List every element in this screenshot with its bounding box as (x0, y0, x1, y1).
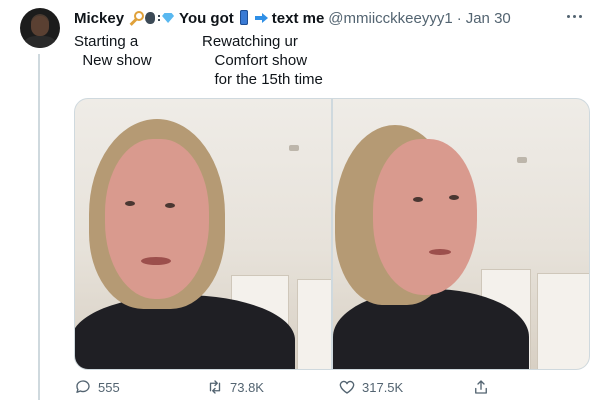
door (297, 279, 331, 369)
eye (413, 197, 423, 202)
gem-icon (161, 10, 175, 26)
tweet-media[interactable] (74, 98, 590, 370)
avatar[interactable] (20, 8, 60, 48)
ceiling-light (517, 157, 527, 163)
eye (449, 195, 459, 200)
reply-icon (76, 380, 90, 393)
tweet-actions: 555 73.8K 317.5K (74, 376, 588, 398)
more-options-icon[interactable] (566, 14, 584, 20)
ceiling-light (289, 145, 299, 151)
phone-icon (237, 10, 251, 26)
separator-dot: · (456, 9, 462, 27)
handle[interactable]: @mmiicckkeeyyy1 (328, 10, 452, 27)
thread-line (38, 54, 40, 400)
key-icon (127, 10, 145, 26)
retweet-button[interactable]: 73.8K (206, 376, 264, 398)
reply-button[interactable]: 555 (74, 376, 120, 398)
like-count: 317.5K (362, 379, 404, 395)
mouth (429, 249, 451, 255)
share-button[interactable] (472, 376, 496, 398)
more-dot (573, 15, 576, 18)
retweet-icon (209, 380, 221, 394)
display-name-suffix-2[interactable]: text me (272, 10, 325, 27)
tweet-header: Mickey You got text me @mmiicckkeeyyy1 ·… (74, 8, 511, 28)
more-dot (567, 15, 570, 18)
face (373, 139, 477, 295)
caption-right: Rewatching ur Comfort show for the 15th … (202, 33, 323, 88)
tweet-date[interactable]: Jan 30 (466, 10, 511, 27)
mouth (141, 257, 171, 265)
arrow-icon (254, 10, 268, 26)
face (105, 139, 209, 299)
door (537, 273, 589, 369)
more-dot (579, 15, 582, 18)
caption-left: Starting a New show (74, 33, 152, 69)
eye (165, 203, 175, 208)
like-button[interactable]: 317.5K (338, 376, 403, 398)
photo-right[interactable] (333, 99, 589, 369)
avatar-shirt (24, 36, 56, 48)
eye (125, 201, 135, 206)
speaking-head-icon (144, 10, 161, 26)
share-icon (475, 380, 487, 394)
photo-left[interactable] (75, 99, 331, 369)
display-name-suffix[interactable]: You got (179, 10, 234, 27)
tweet[interactable]: Mickey You got text me @mmiicckkeeyyy1 ·… (0, 0, 600, 404)
retweet-count: 73.8K (230, 379, 264, 395)
reply-count: 555 (98, 379, 120, 395)
heart-icon (339, 380, 355, 394)
avatar-face (31, 16, 49, 36)
display-name[interactable]: Mickey (74, 10, 124, 27)
